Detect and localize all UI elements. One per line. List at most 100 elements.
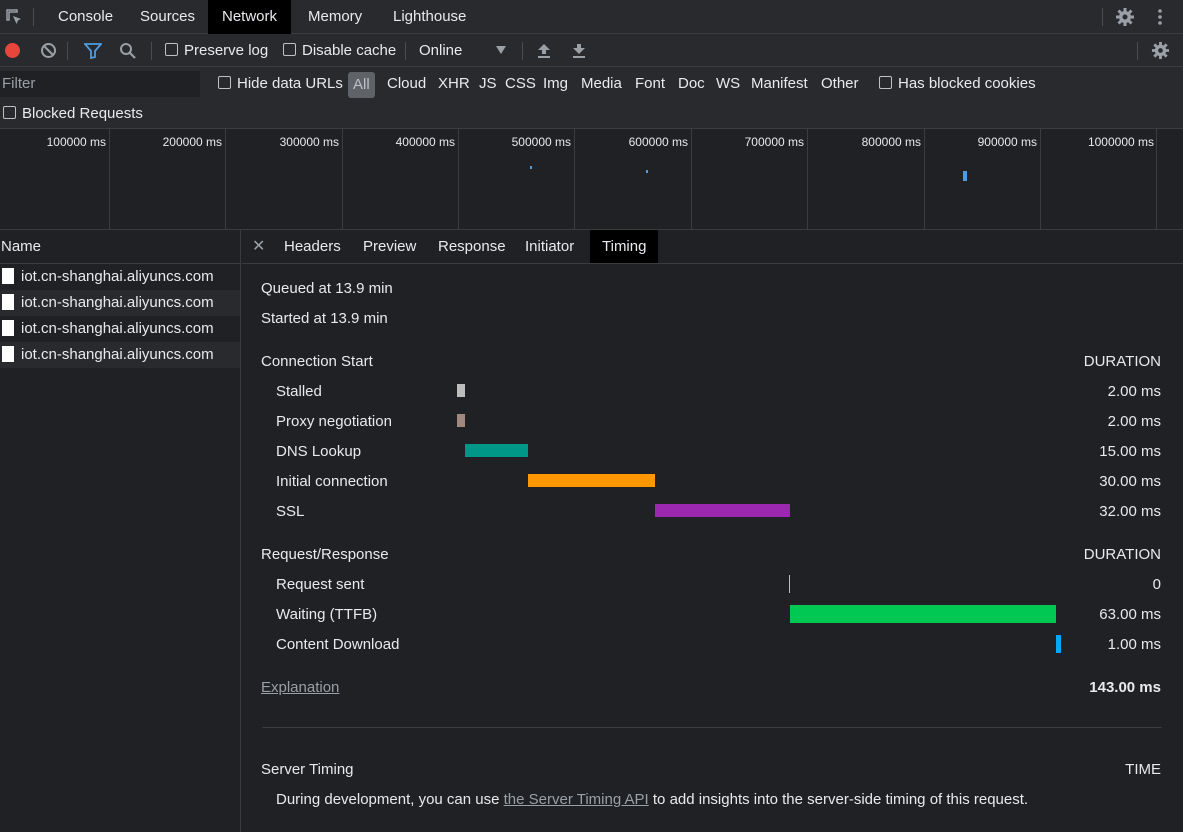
explanation-link[interactable]: Explanation [261,679,339,696]
filter-type-xhr[interactable]: XHR [438,71,470,97]
filter-type-ws[interactable]: WS [716,71,740,97]
search-icon[interactable] [119,42,137,60]
tab-memory[interactable]: Memory [294,0,376,34]
chevron-down-icon[interactable] [496,46,506,54]
throttling-select[interactable]: Online [419,34,462,67]
document-icon [2,294,14,310]
proxy-negotiation-bar [457,414,465,427]
checkbox-box[interactable] [165,43,178,56]
timing-row-label: Waiting (TTFB) [276,606,378,623]
checkbox-box[interactable] [283,43,296,56]
checkbox-box[interactable] [3,106,16,119]
has-blocked-cookies-checkbox[interactable]: Has blocked cookies [879,71,1036,97]
timing-row-label: Request sent [276,576,365,593]
request-row[interactable]: iot.cn-shanghai.aliyuncs.com [0,316,240,342]
grid-line [225,129,226,229]
blocked-requests-checkbox[interactable]: Blocked Requests [3,101,143,127]
timing-row-label: Content Download [276,636,400,653]
settings-gear-icon[interactable] [1115,7,1135,27]
overview-tick-label: 800000 ms [861,135,921,149]
request-row[interactable]: iot.cn-shanghai.aliyuncs.com [0,342,240,368]
tab-timing[interactable]: Timing [590,230,659,263]
document-icon [2,320,14,336]
network-settings-gear-icon[interactable] [1151,41,1170,60]
server-timing-api-link[interactable]: the Server Timing API [504,791,649,808]
filter-type-manifest[interactable]: Manifest [751,71,808,97]
grid-line [1156,129,1157,229]
timing-row-label: Stalled [276,383,322,400]
timing-row-value: 2.00 ms [1107,383,1161,400]
network-overview[interactable]: 100000 ms 200000 ms 300000 ms 400000 ms … [0,129,1183,230]
filter-type-js[interactable]: JS [479,71,497,97]
checkbox-box[interactable] [218,76,231,89]
tab-lighthouse[interactable]: Lighthouse [379,0,480,34]
filter-type-media[interactable]: Media [581,71,622,97]
server-timing-note: During development, you can use the Serv… [276,791,1028,808]
timing-row-value: 0 [1152,576,1161,593]
timing-row-label: SSL [276,503,305,520]
request-name: iot.cn-shanghai.aliyuncs.com [21,294,214,311]
filter-type-cloud[interactable]: Cloud [387,71,426,97]
overview-tick-label: 200000 ms [162,135,222,149]
initial-connection-bar [528,474,655,487]
filter-type-all[interactable]: All [348,72,375,98]
name-column-header[interactable]: Name [0,230,240,264]
network-toolbar: Preserve log Disable cache Online [0,34,1183,67]
waiting-ttfb-bar [790,605,1056,623]
document-icon [2,346,14,362]
hide-data-urls-checkbox[interactable]: Hide data URLs [218,71,343,97]
divider [405,42,406,60]
request-response-header: Request/Response [261,546,389,563]
disable-cache-checkbox[interactable]: Disable cache [283,34,396,67]
filter-input[interactable]: Filter [0,71,200,97]
inspect-element-icon[interactable] [4,7,24,27]
checkbox-box[interactable] [879,76,892,89]
grid-line [924,129,925,229]
request-sent-bar [789,575,790,593]
overview-tick-label: 900000 ms [977,135,1037,149]
filter-type-doc[interactable]: Doc [678,71,705,97]
duration-header: DURATION [1083,353,1161,370]
timing-row-value: 1.00 ms [1107,636,1161,653]
overview-tick-label: 500000 ms [511,135,571,149]
more-options-icon[interactable] [1152,7,1168,27]
tab-headers[interactable]: Headers [272,230,353,263]
close-icon[interactable]: ✕ [252,236,265,256]
tab-preview[interactable]: Preview [351,230,428,263]
overview-tick-label: 600000 ms [628,135,688,149]
timing-row-label: DNS Lookup [276,443,362,460]
throttling-value: Online [419,42,463,59]
grid-line [342,129,343,229]
clear-icon[interactable] [40,42,57,59]
request-row[interactable]: iot.cn-shanghai.aliyuncs.com [0,264,240,290]
filter-type-css[interactable]: CSS [505,71,536,97]
timing-panel: Queued at 13.9 min Started at 13.9 min C… [242,264,1183,832]
record-icon[interactable] [4,42,21,59]
timing-row-value: 2.00 ms [1107,413,1161,430]
overview-tick-label: 1000000 ms [1087,135,1154,149]
export-har-icon[interactable] [571,42,587,59]
time-header: TIME [1125,761,1161,778]
tab-console[interactable]: Console [44,0,127,34]
timing-row-value: 15.00 ms [1099,443,1161,460]
tab-response[interactable]: Response [426,230,518,263]
grid-line [807,129,808,229]
overview-tick-label: 700000 ms [744,135,804,149]
request-name: iot.cn-shanghai.aliyuncs.com [21,268,214,285]
server-timing-note-suffix: to add insights into the server-side tim… [648,791,1029,808]
divider [33,8,34,26]
filter-icon[interactable] [84,42,102,59]
server-timing-header: Server Timing [261,761,354,778]
import-har-icon[interactable] [536,42,552,59]
filter-type-font[interactable]: Font [635,71,665,97]
timing-row-value: 32.00 ms [1099,503,1161,520]
tab-network[interactable]: Network [208,0,292,34]
filter-type-img[interactable]: Img [543,71,568,97]
preserve-log-checkbox[interactable]: Preserve log [165,34,268,67]
has-blocked-cookies-label: Has blocked cookies [898,75,1036,92]
filter-type-other[interactable]: Other [821,71,859,97]
tab-sources[interactable]: Sources [126,0,209,34]
request-row[interactable]: iot.cn-shanghai.aliyuncs.com [0,290,240,316]
tab-initiator[interactable]: Initiator [513,230,586,263]
total-duration: 143.00 ms [1089,679,1161,696]
